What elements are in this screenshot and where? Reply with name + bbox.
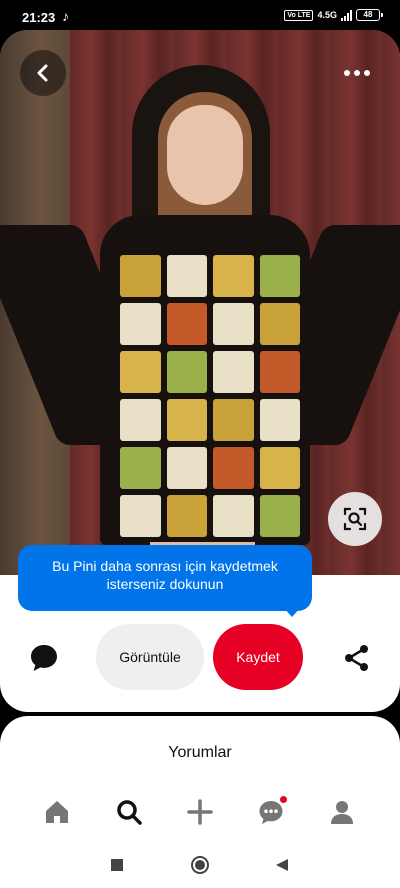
back-system-button[interactable] xyxy=(267,850,297,880)
pin-image[interactable] xyxy=(0,30,400,575)
nav-search[interactable] xyxy=(111,794,147,830)
triangle-back-icon xyxy=(276,859,288,871)
face xyxy=(167,105,243,205)
save-hint-tooltip[interactable]: Bu Pini daha sonrası için kaydetmek iste… xyxy=(18,545,312,611)
profile-icon xyxy=(331,801,353,824)
circle-icon xyxy=(191,856,209,874)
comment-button[interactable] xyxy=(28,642,60,674)
pin-card: Bu Pini daha sonrası için kaydetmek iste… xyxy=(0,30,400,712)
dot-icon xyxy=(344,70,350,76)
network-type: 4.5G xyxy=(317,10,337,20)
lens-search-icon xyxy=(343,507,367,531)
nav-profile[interactable] xyxy=(324,794,360,830)
nav-home[interactable] xyxy=(39,794,75,830)
save-button[interactable]: Kaydet xyxy=(213,624,303,690)
visual-search-button[interactable] xyxy=(328,492,382,546)
share-button[interactable] xyxy=(342,643,372,673)
dot-icon xyxy=(354,70,360,76)
view-button[interactable]: Görüntüle xyxy=(96,624,204,690)
search-icon xyxy=(117,800,142,825)
square-icon xyxy=(111,859,123,871)
home-icon xyxy=(46,801,68,823)
comments-title: Yorumlar xyxy=(168,744,232,761)
comments-panel: Yorumlar xyxy=(0,716,400,842)
chevron-left-icon xyxy=(37,64,48,82)
tooltip-arrow xyxy=(284,608,300,617)
system-nav-bar xyxy=(0,842,400,888)
comment-bubble-icon xyxy=(31,645,57,671)
recent-apps-button[interactable] xyxy=(102,850,132,880)
nav-messages[interactable] xyxy=(253,794,289,830)
home-system-button[interactable] xyxy=(185,850,215,880)
notification-dot xyxy=(280,796,287,803)
nav-create[interactable] xyxy=(182,794,218,830)
status-indicators: Vo LTE 4.5G 48 xyxy=(284,9,383,21)
pin-action-row: Görüntüle Kaydet xyxy=(0,624,400,692)
battery-icon: 48 xyxy=(356,9,383,21)
status-bar: 21:23 ♪ Vo LTE 4.5G 48 xyxy=(0,0,400,34)
status-time: 21:23 xyxy=(22,10,56,25)
volte-icon: Vo LTE xyxy=(284,9,314,21)
granny-squares xyxy=(120,255,300,537)
signal-icon xyxy=(341,9,352,21)
plus-icon xyxy=(187,799,213,825)
bottom-nav xyxy=(0,794,400,836)
more-options-button[interactable] xyxy=(334,56,380,90)
back-button[interactable] xyxy=(20,50,66,96)
share-icon xyxy=(345,645,368,671)
dot-icon xyxy=(364,70,370,76)
tiktok-icon: ♪ xyxy=(62,8,69,24)
